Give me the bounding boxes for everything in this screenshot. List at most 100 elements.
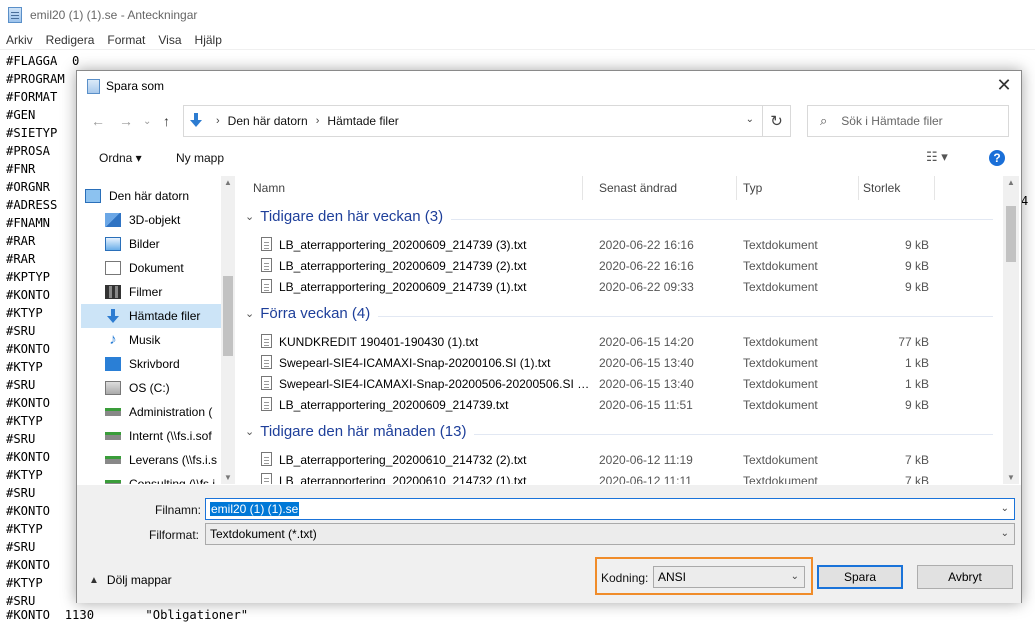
- file-date: 2020-06-15 11:51: [599, 398, 693, 412]
- file-row[interactable]: LB_aterrapportering_20200609_214739 (1).…: [237, 276, 997, 297]
- save-as-dialog: Spara som ✕ ← → ⌄ ↑ › Den här datorn › H…: [76, 70, 1022, 603]
- recent-locations-chevron-icon[interactable]: ⌄: [143, 116, 151, 127]
- file-name: KUNDKREDIT 190401-190430 (1).txt: [279, 335, 479, 349]
- column-header-size[interactable]: Storlek: [857, 176, 935, 200]
- file-row[interactable]: LB_aterrapportering_20200609_214739 (2).…: [237, 255, 997, 276]
- forward-arrow-icon[interactable]: →: [119, 113, 133, 129]
- menu-hjalp[interactable]: Hjälp: [195, 33, 222, 47]
- file-name: LB_aterrapportering_20200610_214732 (1).…: [279, 474, 527, 484]
- nav-item[interactable]: Den här datorn: [81, 184, 221, 208]
- chevron-down-icon[interactable]: ⌄: [1001, 503, 1009, 514]
- hide-folders-button[interactable]: ▲ Dölj mappar: [89, 573, 172, 587]
- breadcrumb-separator-icon[interactable]: ›: [216, 115, 220, 127]
- nav-item[interactable]: Skrivbord: [81, 352, 221, 376]
- new-folder-button[interactable]: Ny mapp: [176, 151, 224, 165]
- refresh-icon[interactable]: ↻: [763, 105, 791, 137]
- text-file-icon: [261, 355, 272, 369]
- nav-item[interactable]: Administration (: [81, 400, 221, 424]
- notepad-line: #ORGNR: [6, 180, 51, 194]
- menu-arkiv[interactable]: Arkiv: [6, 33, 33, 47]
- filename-input[interactable]: emil20 (1) (1).se ⌄: [205, 498, 1015, 520]
- nav-item[interactable]: Bilder: [81, 232, 221, 256]
- nav-item[interactable]: Dokument: [81, 256, 221, 280]
- notepad-line: #SRU: [6, 486, 36, 500]
- encoding-select[interactable]: ANSI ⌄: [653, 566, 805, 588]
- file-row[interactable]: LB_aterrapportering_20200610_214732 (2).…: [237, 449, 997, 470]
- nav-item[interactable]: Internt (\\fs.i.sof: [81, 424, 221, 448]
- file-type: Textdokument: [743, 377, 818, 391]
- nav-item[interactable]: Filmer: [81, 280, 221, 304]
- file-row[interactable]: Swepearl-SIE4-ICAMAXI-Snap-20200106.SI (…: [237, 352, 997, 373]
- file-row[interactable]: LB_aterrapportering_20200609_214739.txt 2…: [237, 394, 997, 415]
- file-name: LB_aterrapportering_20200609_214739 (1).…: [279, 280, 527, 294]
- notepad-titlebar: emil20 (1) (1).se - Anteckningar: [0, 0, 1035, 30]
- scroll-thumb[interactable]: [1006, 206, 1016, 262]
- breadcrumb-this-pc[interactable]: Den här datorn: [228, 114, 308, 128]
- scroll-thumb[interactable]: [223, 276, 233, 356]
- nav-item[interactable]: Hämtade filer: [81, 304, 221, 328]
- notepad-line: #SRU: [6, 324, 36, 338]
- notepad-line: #KTYP: [6, 360, 43, 374]
- menu-redigera[interactable]: Redigera: [46, 33, 95, 47]
- breadcrumb-separator-icon[interactable]: ›: [316, 115, 320, 127]
- column-header-type[interactable]: Typ: [737, 176, 859, 200]
- chevron-down-icon: ⌄: [245, 308, 255, 320]
- up-arrow-icon[interactable]: ↑: [163, 113, 170, 129]
- nav-item[interactable]: Leverans (\\fs.i.s: [81, 448, 221, 472]
- group-divider: [451, 219, 993, 220]
- chevron-down-icon: ⌄: [245, 426, 255, 438]
- address-bar[interactable]: › Den här datorn › Hämtade filer ⌄: [183, 105, 763, 137]
- nav-item-label: Leverans (\\fs.i.s: [129, 453, 218, 467]
- scroll-up-icon[interactable]: ▲: [224, 178, 232, 187]
- help-icon[interactable]: ?: [989, 150, 1005, 166]
- search-input[interactable]: ⌕ Sök i Hämtade filer: [807, 105, 1009, 137]
- format-select[interactable]: Textdokument (*.txt) ⌄: [205, 523, 1015, 545]
- chevron-down-icon[interactable]: ⌄: [791, 571, 799, 582]
- group-header[interactable]: ⌄ Tidigare den här veckan (3): [245, 208, 443, 225]
- file-date: 2020-06-12 11:11: [599, 474, 692, 484]
- view-options-icon[interactable]: ☷ ▾: [926, 149, 948, 165]
- navigation-scrollbar[interactable]: ▲ ▼: [221, 176, 235, 484]
- organize-button[interactable]: Ordna ▾: [99, 151, 142, 165]
- notepad-line: #PROGRAM: [6, 72, 65, 86]
- nav-item[interactable]: ♪ Musik: [81, 328, 221, 352]
- scroll-down-icon[interactable]: ▼: [1007, 473, 1015, 482]
- nav-item[interactable]: 3D-objekt: [81, 208, 221, 232]
- file-row[interactable]: Swepearl-SIE4-ICAMAXI-Snap-20200506-2020…: [237, 373, 997, 394]
- group-header[interactable]: ⌄ Tidigare den här månaden (13): [245, 423, 466, 440]
- nav-item[interactable]: Consulting (\\fs.i: [81, 472, 221, 484]
- chevron-up-icon: ▲: [89, 574, 99, 586]
- scroll-up-icon[interactable]: ▲: [1007, 178, 1015, 187]
- notepad-line: #KONTO: [6, 342, 51, 356]
- download-folder-icon: [190, 113, 202, 129]
- pc-icon: [85, 189, 101, 203]
- breadcrumb-downloads[interactable]: Hämtade filer: [327, 114, 398, 128]
- file-name: LB_aterrapportering_20200610_214732 (2).…: [279, 453, 527, 467]
- file-size: 9 kB: [904, 259, 929, 273]
- save-button[interactable]: Spara: [817, 565, 903, 589]
- back-arrow-icon[interactable]: ←: [91, 113, 105, 129]
- nav-item[interactable]: OS (C:): [81, 376, 221, 400]
- file-row[interactable]: LB_aterrapportering_20200609_214739 (3).…: [237, 234, 997, 255]
- file-date: 2020-06-22 16:16: [599, 259, 694, 273]
- file-list-scrollbar[interactable]: ▲ ▼: [1003, 176, 1019, 484]
- menu-visa[interactable]: Visa: [158, 33, 181, 47]
- file-row[interactable]: LB_aterrapportering_20200610_214732 (1).…: [237, 470, 997, 484]
- chevron-down-icon[interactable]: ⌄: [1001, 528, 1009, 539]
- menu-format[interactable]: Format: [107, 33, 145, 47]
- nav-item-label: Hämtade filer: [129, 309, 201, 323]
- column-header-modified[interactable]: Senast ändrad: [593, 176, 737, 200]
- file-date: 2020-06-12 11:19: [599, 453, 693, 467]
- chevron-down-icon[interactable]: ⌄: [746, 114, 754, 125]
- file-name: Swepearl-SIE4-ICAMAXI-Snap-20200506-2020…: [279, 377, 591, 391]
- nav-item-label: Administration (: [129, 405, 213, 419]
- column-header-name[interactable]: Namn: [247, 176, 583, 200]
- cancel-button[interactable]: Avbryt: [917, 565, 1013, 589]
- file-row[interactable]: KUNDKREDIT 190401-190430 (1).txt 2020-06-…: [237, 331, 997, 352]
- network-drive-icon: [105, 432, 121, 440]
- dialog-title: Spara som: [106, 79, 165, 93]
- scroll-down-icon[interactable]: ▼: [224, 473, 232, 482]
- close-icon[interactable]: ✕: [995, 76, 1013, 95]
- group-header[interactable]: ⌄ Förra veckan (4): [245, 305, 370, 322]
- notepad-text-area[interactable]: #FLAGGA 0 #PROGRAM #FORMAT #GEN #SIETYP #PROS…: [6, 52, 79, 610]
